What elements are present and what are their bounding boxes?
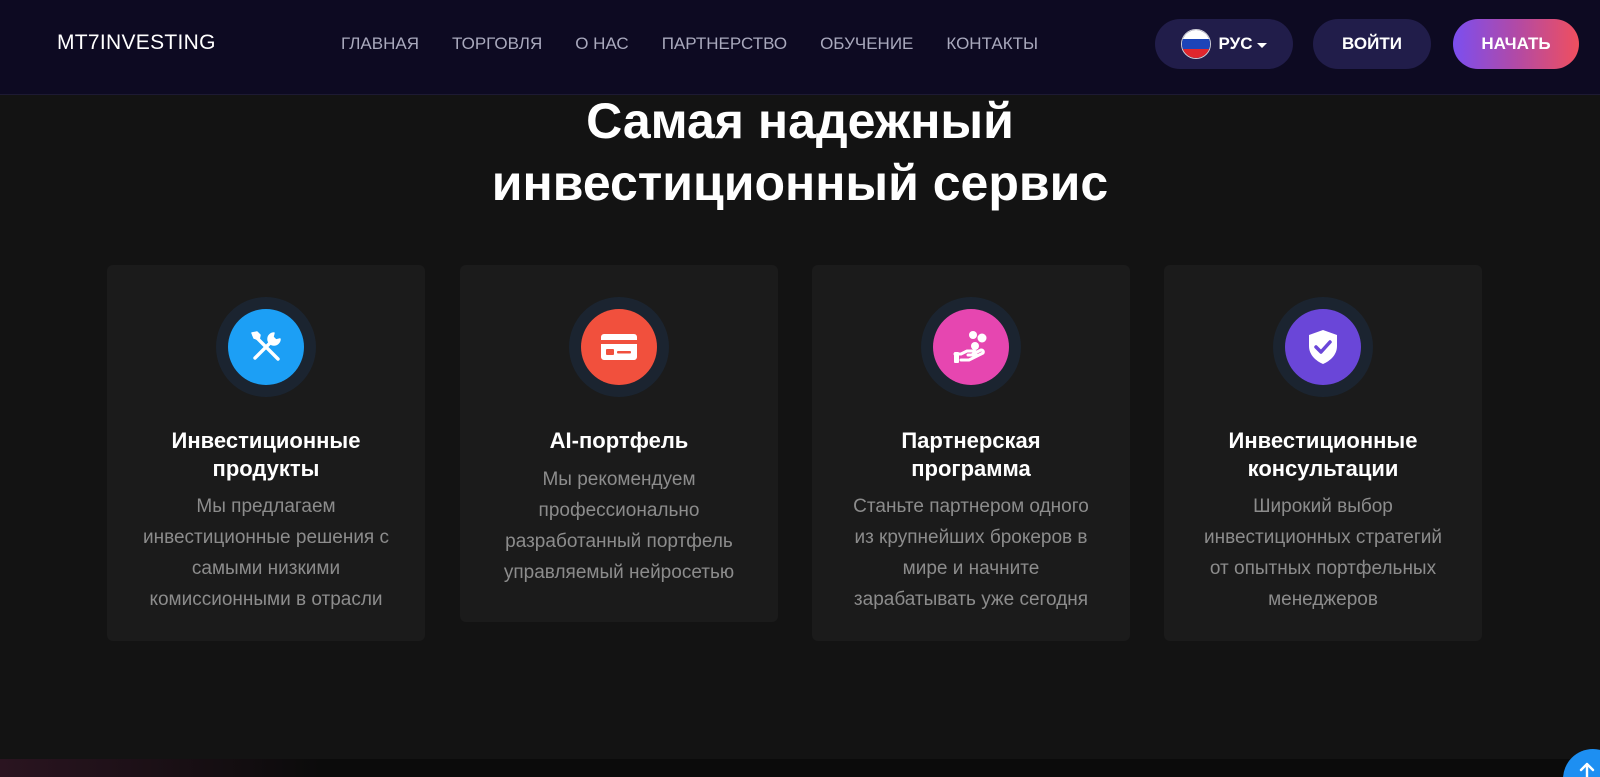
page: MT7INVESTING ГЛАВНАЯ ТОРГОВЛЯ О НАС ПАРТ…: [0, 0, 1600, 777]
feature-icon-ring: [569, 297, 669, 397]
section-title-line: инвестиционный сервис: [491, 155, 1109, 211]
feature-title-line: Инвестиционные: [171, 428, 361, 453]
hand-coins-icon: [933, 309, 1009, 385]
feature-description: Широкий выбор инвестиционных стратегий о…: [1174, 491, 1472, 615]
main-nav: ГЛАВНАЯ ТОРГОВЛЯ О НАС ПАРТНЕРСТВО ОБУЧЕ…: [341, 32, 1071, 56]
login-button[interactable]: ВОЙТИ: [1313, 19, 1431, 69]
next-section-edge: [0, 759, 1600, 777]
feature-title-line: продукты: [212, 456, 320, 481]
feature-description: Станьте партнером одного из крупнейших б…: [822, 491, 1120, 615]
nav-item-about[interactable]: О НАС: [575, 32, 628, 56]
feature-title: Инвестиционные консультации: [1174, 427, 1472, 483]
feature-icon-ring: [1273, 297, 1373, 397]
feature-card-investment-consulting: Инвестиционные консультации Широкий выбо…: [1164, 265, 1482, 641]
feature-text-line: от опытных портфельных: [1209, 558, 1437, 579]
feature-text-line: Широкий выбор: [1253, 496, 1393, 517]
logo-text: MT7INVESTING: [57, 31, 216, 54]
feature-text-line: инвестиционных стратегий: [1204, 527, 1442, 548]
feature-text-line: комиссионными в отрасли: [149, 589, 383, 610]
russia-flag-icon: [1180, 29, 1211, 59]
section-title: Самая надежный инвестиционный сервис: [0, 90, 1600, 214]
feature-cards: Инвестиционные продукты Мы предлагаем ин…: [107, 265, 1482, 655]
feature-title-line: Инвестиционные: [1228, 428, 1418, 453]
nav-item-home[interactable]: ГЛАВНАЯ: [341, 32, 419, 56]
nav-item-trading[interactable]: ТОРГОВЛЯ: [452, 32, 542, 56]
tools-icon: [228, 309, 304, 385]
feature-title: Партнерская программа: [822, 427, 1120, 483]
feature-text-line: Мы рекомендуем: [542, 469, 696, 490]
logo[interactable]: MT7INVESTING: [9, 22, 216, 64]
feature-card-investment-products: Инвестиционные продукты Мы предлагаем ин…: [107, 265, 425, 641]
feature-title: AI-портфель: [470, 427, 768, 455]
feature-text-line: Мы предлагаем: [196, 496, 336, 517]
credit-card-icon: [581, 309, 657, 385]
feature-title-line: консультации: [1247, 456, 1399, 481]
shield-check-icon: [1285, 309, 1361, 385]
feature-icon-ring: [216, 297, 316, 397]
site-header: MT7INVESTING ГЛАВНАЯ ТОРГОВЛЯ О НАС ПАРТ…: [0, 0, 1600, 95]
nav-item-contacts[interactable]: КОНТАКТЫ: [946, 32, 1038, 56]
feature-text-line: зарабатывать уже сегодня: [853, 589, 1089, 610]
feature-title-line: AI-портфель: [549, 428, 689, 453]
feature-text-line: самыми низкими: [191, 558, 341, 579]
section-title-line: Самая надежный: [586, 93, 1014, 149]
feature-title-line: Партнерская: [901, 428, 1041, 453]
caret-down-icon: [1257, 42, 1268, 48]
feature-title: Инвестиционные продукты: [117, 427, 415, 483]
feature-text-line: инвестиционные решения с: [142, 527, 390, 548]
logo-bars-icon: [9, 24, 53, 64]
feature-text-line: мире и начните: [902, 558, 1040, 579]
nav-item-partnership[interactable]: ПАРТНЕРСТВО: [662, 32, 787, 56]
nav-item-education[interactable]: ОБУЧЕНИЕ: [820, 32, 913, 56]
feature-text-line: Станьте партнером одного: [853, 496, 1089, 517]
scroll-to-top-button[interactable]: [1563, 749, 1600, 777]
feature-title-line: программа: [911, 456, 1031, 481]
feature-card-ai-portfolio: AI-портфель Мы рекомендуем профессиональ…: [460, 265, 778, 622]
feature-icon-ring: [921, 297, 1021, 397]
arrow-up-icon: [1579, 762, 1595, 777]
language-selector[interactable]: РУС: [1155, 19, 1293, 69]
feature-text-line: управляемый нейросетью: [503, 562, 735, 583]
feature-text-line: разработанный портфель: [505, 531, 733, 552]
feature-card-partner-program: Партнерская программа Станьте партнером …: [812, 265, 1130, 641]
language-label: РУС: [1218, 34, 1253, 53]
feature-description: Мы предлагаем инвестиционные решения с с…: [117, 491, 415, 615]
feature-description: Мы рекомендуем профессионально разработа…: [470, 464, 768, 588]
feature-text-line: профессионально: [538, 500, 700, 521]
feature-text-line: менеджеров: [1268, 589, 1378, 610]
start-button[interactable]: НАЧАТЬ: [1453, 19, 1579, 69]
feature-text-line: из крупнейших брокеров в: [854, 527, 1088, 548]
